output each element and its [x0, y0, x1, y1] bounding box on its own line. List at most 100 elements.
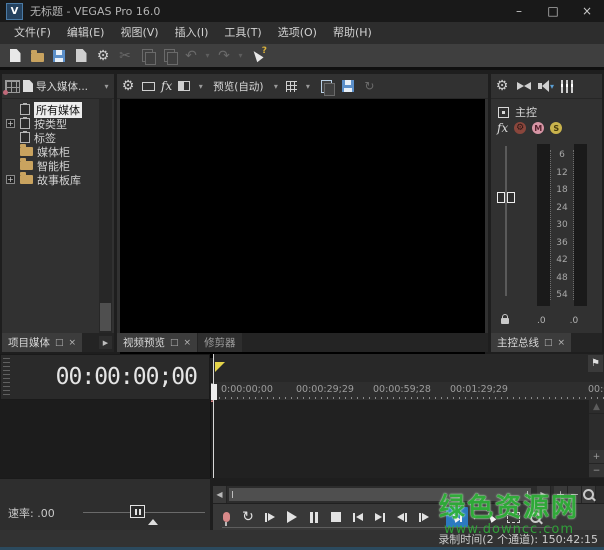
properties-gear-icon[interactable]: ⚙: [93, 46, 113, 66]
timeline-track-area[interactable]: [213, 400, 589, 478]
media-views-dropdown-icon[interactable]: ▾: [102, 82, 111, 91]
menu-edit[interactable]: 编辑(E): [59, 22, 113, 44]
help-cursor-icon[interactable]: ?: [247, 46, 267, 66]
timeline-vertical-scrollbar[interactable]: ▲ + −: [589, 400, 604, 478]
pause-icon[interactable]: [304, 507, 324, 527]
expand-icon[interactable]: +: [6, 119, 15, 128]
cut-icon[interactable]: ✂: [115, 46, 135, 66]
render-as-icon[interactable]: [71, 46, 91, 66]
tree-item-by-type[interactable]: + 按类型: [2, 117, 114, 130]
go-to-start-icon[interactable]: [348, 507, 368, 527]
open-icon[interactable]: [27, 46, 47, 66]
save-icon[interactable]: [49, 46, 69, 66]
edit-tool-dropdown-icon[interactable]: ▾: [470, 513, 479, 522]
undo-dropdown-icon[interactable]: ▾: [203, 51, 212, 60]
tab-scroll-right-icon[interactable]: ▶: [99, 336, 112, 349]
timeline-horizontal-scrollbar[interactable]: ◀ ▶ + −: [213, 486, 604, 503]
mute-icon[interactable]: M: [532, 122, 544, 134]
loop-playback-icon[interactable]: ↻: [238, 507, 258, 527]
tab-restore-icon[interactable]: □: [170, 338, 179, 348]
scroll-left-icon[interactable]: ◀: [213, 486, 227, 503]
tab-trimmer[interactable]: 修剪器: [198, 333, 242, 352]
stop-icon[interactable]: [326, 507, 346, 527]
close-button[interactable]: ×: [570, 0, 604, 22]
preview-quality-button[interactable]: 预览(自动): [213, 79, 263, 94]
rate-reset-icon[interactable]: [148, 519, 158, 525]
marker-bar[interactable]: ⚑: [213, 354, 604, 383]
next-frame-icon[interactable]: [414, 507, 434, 527]
video-display[interactable]: [120, 99, 485, 358]
time-ruler[interactable]: 0:00:00;00 00:00:29;29 00:00:59;28 00:01…: [213, 382, 604, 401]
timeline-zoom-in-icon[interactable]: +: [554, 486, 568, 503]
tab-close-icon[interactable]: ×: [69, 338, 77, 348]
playhead-grip[interactable]: [211, 384, 217, 400]
tab-video-preview[interactable]: 视频预览 □ ×: [117, 333, 197, 352]
redo-icon[interactable]: ↷: [214, 46, 234, 66]
menu-help[interactable]: 帮助(H): [325, 22, 380, 44]
fader-handle[interactable]: [497, 192, 515, 203]
menu-tools[interactable]: 工具(T): [216, 22, 269, 44]
bus-color-icon[interactable]: [498, 107, 509, 118]
new-project-icon[interactable]: [5, 46, 25, 66]
envelope-tool-icon[interactable]: [481, 507, 501, 527]
timeline-zoom-out-icon[interactable]: −: [568, 486, 582, 503]
tab-project-media[interactable]: 项目媒体 □ ×: [2, 333, 82, 352]
tab-close-icon[interactable]: ×: [558, 338, 566, 348]
lock-icon[interactable]: [501, 318, 509, 324]
rate-slider-handle[interactable]: [130, 505, 145, 518]
maximize-button[interactable]: □: [536, 0, 570, 22]
video-fx-icon[interactable]: fx: [161, 79, 172, 93]
timecode-display[interactable]: 00:00:00;00: [0, 354, 210, 400]
tree-item-smart-bins[interactable]: 智能柜: [2, 159, 114, 172]
menu-view[interactable]: 视图(V): [112, 22, 166, 44]
drag-handle-icon[interactable]: [3, 358, 10, 396]
save-snapshot-icon[interactable]: [340, 76, 356, 96]
track-zoom-out-icon[interactable]: −: [589, 464, 604, 478]
record-icon[interactable]: [216, 507, 236, 527]
media-panel-scrollbar[interactable]: [99, 98, 112, 333]
preview-quality-dropdown-icon[interactable]: ▾: [271, 82, 280, 91]
tree-item-all-media[interactable]: 所有媒体: [2, 103, 114, 116]
tree-item-media-bins[interactable]: 媒体柜: [2, 145, 114, 158]
scrollbar-thumb[interactable]: [229, 488, 531, 501]
insert-marker-icon[interactable]: ⚑: [588, 355, 603, 372]
automation-icon[interactable]: ⚙: [514, 122, 526, 134]
media-generators-icon[interactable]: [5, 80, 20, 93]
tree-item-storyboard-bins[interactable]: + 故事板库: [2, 173, 114, 186]
track-zoom-in-icon[interactable]: +: [589, 450, 604, 464]
scroll-up-icon[interactable]: ▲: [589, 400, 604, 414]
previous-frame-icon[interactable]: [392, 507, 412, 527]
import-media-button[interactable]: 导入媒体...: [36, 79, 88, 94]
play-from-start-icon[interactable]: [260, 507, 280, 527]
solo-icon[interactable]: S: [550, 122, 562, 134]
external-monitor-icon[interactable]: [142, 82, 155, 91]
normal-edit-tool-button[interactable]: [446, 507, 468, 527]
tree-item-tags[interactable]: 标签: [2, 131, 114, 144]
tab-close-icon[interactable]: ×: [184, 338, 192, 348]
track-header-area[interactable]: [0, 400, 211, 478]
play-icon[interactable]: [282, 507, 302, 527]
redo-dropdown-icon[interactable]: ▾: [236, 51, 245, 60]
menu-insert[interactable]: 插入(I): [167, 22, 217, 44]
paste-icon[interactable]: [159, 46, 179, 66]
expand-icon[interactable]: +: [6, 175, 15, 184]
import-media-icon[interactable]: [23, 80, 33, 92]
mixer-gear-icon[interactable]: ⚙: [494, 76, 510, 96]
split-screen-icon[interactable]: [178, 81, 190, 91]
selection-tool-icon[interactable]: [503, 507, 523, 527]
minimize-button[interactable]: –: [502, 0, 536, 22]
zoom-tool-scroll-icon[interactable]: [582, 486, 596, 503]
start-marker-icon[interactable]: [215, 362, 225, 372]
mixer-sliders-icon[interactable]: [561, 80, 573, 93]
menu-file[interactable]: 文件(F): [6, 22, 59, 44]
downmix-icon[interactable]: ▾: [538, 80, 554, 92]
insert-bus-icon[interactable]: [517, 82, 531, 90]
go-to-end-icon[interactable]: [370, 507, 390, 527]
copy-snapshot-icon[interactable]: [318, 76, 334, 96]
copy-icon[interactable]: [137, 46, 157, 66]
tab-master-bus[interactable]: 主控总线 □ ×: [491, 333, 571, 352]
zoom-tool-icon[interactable]: [525, 507, 545, 527]
menu-options[interactable]: 选项(O): [270, 22, 325, 44]
overlay-grid-icon[interactable]: [286, 81, 297, 92]
overlay-grid-dropdown-icon[interactable]: ▾: [303, 82, 312, 91]
